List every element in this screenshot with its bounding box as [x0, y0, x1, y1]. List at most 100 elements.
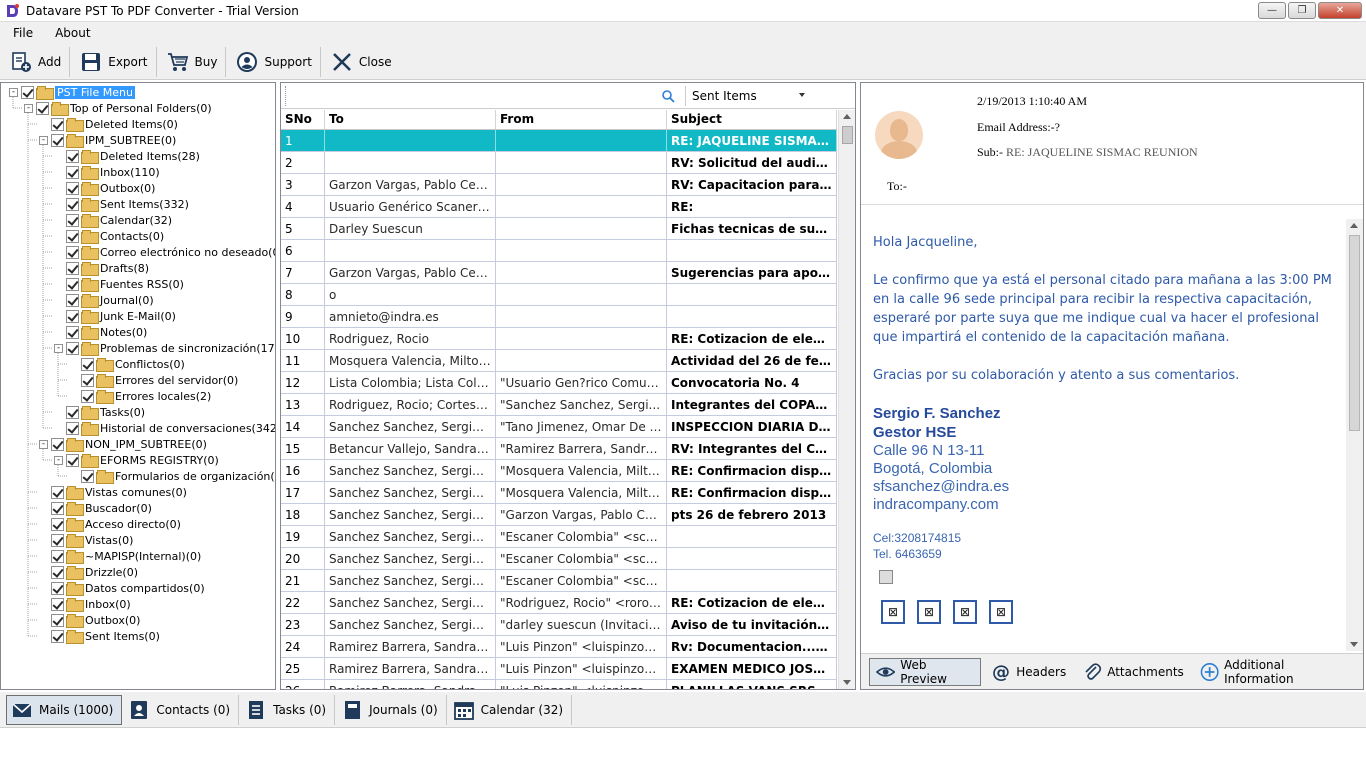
buy-button[interactable]: Buy — [157, 46, 227, 77]
checkbox[interactable] — [51, 501, 64, 515]
tree-item[interactable]: Vistas(0) — [39, 532, 133, 548]
checkbox[interactable] — [66, 405, 79, 419]
tree-item[interactable]: Inbox(0) — [39, 596, 131, 612]
scroll-down-icon[interactable] — [1350, 642, 1358, 647]
scroll-thumb[interactable] — [1349, 235, 1360, 431]
checkbox[interactable] — [81, 469, 94, 483]
tab-additional-information[interactable]: Additional Information — [1194, 658, 1359, 686]
table-row[interactable]: 6 — [281, 240, 837, 262]
table-row[interactable]: 24 Ramirez Barrera, Sandra ... "Luis Pinzo… — [281, 636, 837, 658]
checkbox[interactable] — [66, 261, 79, 275]
tree-item[interactable]: Conflictos(0) — [69, 356, 185, 372]
table-row[interactable]: 19 Sanchez Sanchez, Sergio ... "Escaner Co… — [281, 526, 837, 548]
tab-attachments[interactable]: Attachments — [1076, 658, 1190, 686]
table-row[interactable]: 23 Sanchez Sanchez, Sergio ... "darley sue… — [281, 614, 837, 636]
tree-item[interactable]: Sent Items(0) — [39, 628, 160, 644]
tree-item[interactable]: Outbox(0) — [39, 612, 140, 628]
table-row[interactable]: 17 Sanchez Sanchez, Sergio ... "Mosquera V… — [281, 482, 837, 504]
table-row[interactable]: 18 Sanchez Sanchez, Sergio ... "Garzon Var… — [281, 504, 837, 526]
checkbox[interactable] — [66, 309, 79, 323]
table-row[interactable]: 12 Lista Colombia; Lista Colo... "Usuario … — [281, 372, 837, 394]
tree-item[interactable]: Junk E-Mail(0) — [54, 308, 176, 324]
table-row[interactable]: 14 Sanchez Sanchez, Sergio ... "Tano Jimen… — [281, 416, 837, 438]
checkbox[interactable] — [21, 85, 34, 99]
tab-headers[interactable]: @ Headers — [985, 658, 1072, 686]
table-row[interactable]: 25 Ramirez Barrera, Sandra ... "Luis Pinzo… — [281, 658, 837, 680]
checkbox[interactable] — [66, 325, 79, 339]
checkbox[interactable] — [81, 357, 94, 371]
tree-item[interactable]: Datos compartidos(0) — [39, 580, 205, 596]
signature-web[interactable]: indracompany.com — [873, 496, 1333, 514]
checkbox[interactable] — [66, 229, 79, 243]
column-header-to[interactable]: To — [325, 110, 496, 129]
scroll-thumb[interactable] — [842, 126, 853, 144]
tree-item[interactable]: Journal(0) — [54, 292, 154, 308]
folder-dropdown[interactable]: Sent Items — [685, 86, 807, 106]
table-row[interactable]: 2 RV: Solicitud del auditorio... — [281, 152, 837, 174]
tree-item[interactable]: Fuentes RSS(0) — [54, 276, 184, 292]
minimize-button[interactable]: — — [1258, 2, 1286, 19]
tree-item[interactable]: - IPM_SUBTREE(0) — [39, 132, 176, 148]
search-icon[interactable] — [661, 89, 675, 103]
table-row[interactable]: 9 amnieto@indra.es — [281, 306, 837, 328]
column-header-sno[interactable]: SNo — [281, 110, 325, 129]
tree-item[interactable]: Sent Items(332) — [54, 196, 189, 212]
checkbox[interactable] — [51, 613, 64, 627]
checkbox[interactable] — [51, 517, 64, 531]
scroll-up-icon[interactable] — [1350, 223, 1358, 228]
tree-item[interactable]: Acceso directo(0) — [39, 516, 181, 532]
list-scrollbar[interactable] — [838, 110, 855, 689]
table-row[interactable]: 16 Sanchez Sanchez, Sergio ... "Mosquera V… — [281, 460, 837, 482]
collapse-toggle-icon[interactable]: - — [24, 103, 33, 113]
tree-item[interactable]: Historial de conversaciones(342) — [54, 420, 275, 436]
export-button[interactable]: Export — [70, 46, 157, 77]
support-button[interactable]: Support — [226, 46, 321, 77]
table-row[interactable]: 13 Rodriguez, Rocio; Cortes ... "Sanchez S… — [281, 394, 837, 416]
tree-item[interactable]: ~MAPISP(Internal)(0) — [39, 548, 201, 564]
collapse-toggle-icon[interactable]: - — [39, 135, 48, 145]
collapse-toggle-icon[interactable]: - — [54, 455, 63, 465]
add-button[interactable]: Add — [0, 46, 71, 77]
checkbox[interactable] — [51, 117, 64, 131]
tree-item[interactable]: - EFORMS REGISTRY(0) — [54, 452, 219, 468]
tree-item[interactable]: Buscador(0) — [39, 500, 152, 516]
table-row[interactable]: 15 Betancur Vallejo, Sandra ... "Ramirez B… — [281, 438, 837, 460]
tree-item[interactable]: Formularios de organización(0) — [69, 468, 275, 484]
checkbox[interactable] — [81, 389, 94, 403]
checkbox[interactable] — [51, 133, 64, 147]
collapse-toggle-icon[interactable]: - — [39, 439, 48, 449]
checkbox[interactable] — [51, 565, 64, 579]
checkbox[interactable] — [51, 549, 64, 563]
table-row[interactable]: 3 Garzon Vargas, Pablo Ces... RV: Capacita… — [281, 174, 837, 196]
checkbox[interactable] — [66, 341, 79, 355]
tree-item[interactable]: Vistas comunes(0) — [39, 484, 187, 500]
checkbox[interactable] — [66, 197, 79, 211]
checkbox[interactable] — [51, 437, 64, 451]
checkbox[interactable] — [66, 149, 79, 163]
tree-item[interactable]: Drafts(8) — [54, 260, 149, 276]
checkbox[interactable] — [51, 597, 64, 611]
tree-item[interactable]: Contacts(0) — [54, 228, 164, 244]
table-row[interactable]: 4 Usuario Genérico Scaner ... RE: — [281, 196, 837, 218]
menu-about[interactable]: About — [42, 26, 99, 40]
tree-item[interactable]: Deleted Items(28) — [54, 148, 200, 164]
checkbox[interactable] — [81, 373, 94, 387]
table-row[interactable]: 20 Sanchez Sanchez, Sergio ... "Escaner Co… — [281, 548, 837, 570]
checkbox[interactable] — [51, 533, 64, 547]
table-row[interactable]: 21 Sanchez Sanchez, Sergio ... "Escaner Co… — [281, 570, 837, 592]
checkbox[interactable] — [51, 629, 64, 643]
table-row[interactable]: 22 Sanchez Sanchez, Sergio ... "Rodriguez,… — [281, 592, 837, 614]
tree-item[interactable]: Tasks(0) — [54, 404, 145, 420]
tree-item[interactable]: Inbox(110) — [54, 164, 160, 180]
tree-item[interactable]: Drizzle(0) — [39, 564, 138, 580]
column-header-subject[interactable]: Subject — [667, 110, 837, 129]
tree-item[interactable]: Outbox(0) — [54, 180, 155, 196]
checkbox[interactable] — [66, 213, 79, 227]
checkbox[interactable] — [66, 293, 79, 307]
collapse-toggle-icon[interactable]: - — [54, 343, 63, 353]
tree-item[interactable]: Errores del servidor(0) — [69, 372, 238, 388]
tab-calendar[interactable]: Calendar (32) — [449, 694, 573, 725]
checkbox[interactable] — [66, 421, 79, 435]
tab-journals[interactable]: Journals (0) — [337, 694, 447, 725]
close-button[interactable]: Close — [321, 47, 400, 77]
